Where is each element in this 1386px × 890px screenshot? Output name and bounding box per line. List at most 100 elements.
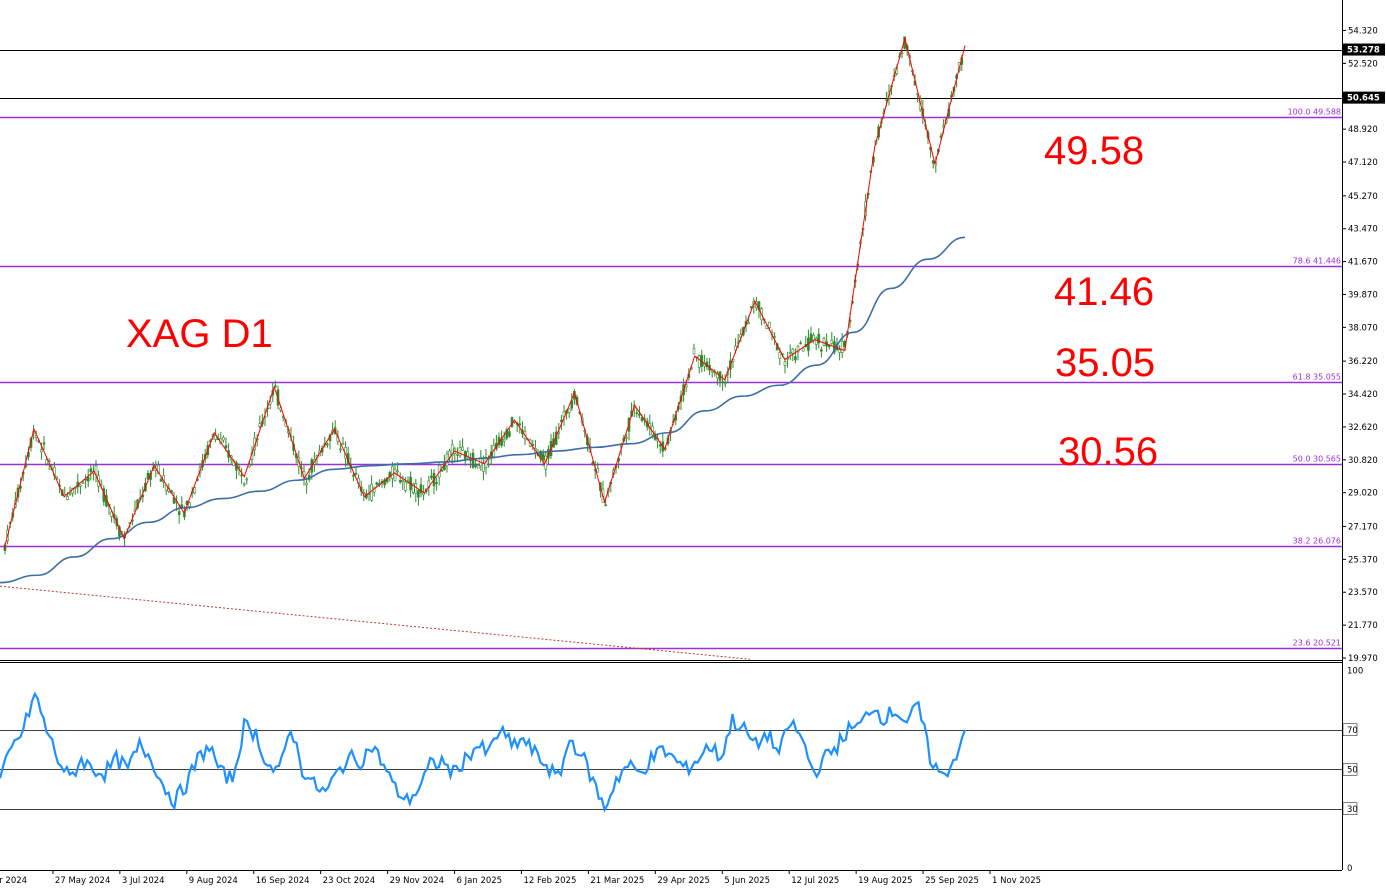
candle-body <box>822 337 826 346</box>
candle <box>222 435 225 443</box>
candle-body <box>788 352 792 354</box>
candle-body <box>375 482 379 485</box>
candle-body <box>396 470 399 473</box>
time-tick-label: 29 Apr 2025 <box>657 876 710 886</box>
time-tick-label: 19 Aug 2025 <box>858 876 912 886</box>
candle <box>461 438 464 452</box>
candle <box>370 475 373 502</box>
candle-body <box>466 451 470 457</box>
time-tick-label: Apr 2024 <box>0 876 27 886</box>
candle-body <box>474 465 477 468</box>
candle <box>817 328 821 349</box>
candle <box>822 336 826 347</box>
candle <box>788 344 792 361</box>
candle-body <box>401 480 405 483</box>
time-tick-label: 29 Nov 2024 <box>390 876 444 886</box>
candle-body <box>591 462 594 465</box>
price-tick-label: 54.320 <box>1348 27 1378 37</box>
candle-body <box>341 443 345 445</box>
candle <box>508 428 511 438</box>
candle <box>354 467 358 476</box>
candle <box>692 343 696 355</box>
candle-body <box>393 468 397 482</box>
candle <box>84 474 87 489</box>
candle-body <box>339 448 342 451</box>
price-chart[interactable]: 100.0 49.588 78.6 41.446 61.8 35.055 50.0 3… <box>0 0 1386 890</box>
candle <box>76 473 80 494</box>
candle-body <box>830 339 834 344</box>
candle-body <box>430 475 433 478</box>
candle <box>245 476 249 485</box>
candle-body <box>604 504 607 507</box>
candle-body <box>461 446 464 451</box>
price-tick-label: 36.220 <box>1348 357 1378 367</box>
price-tick-label: 47.120 <box>1348 158 1378 168</box>
time-tick-label: 3 Jul 2024 <box>122 876 165 886</box>
moving-average-line <box>0 236 966 584</box>
price-tick-label: 25.370 <box>1348 555 1378 565</box>
time-tick-label: 25 Sep 2025 <box>925 876 979 886</box>
horizontal-lines <box>0 50 1342 99</box>
time-tick-label: 9 Aug 2024 <box>189 876 238 886</box>
candle <box>812 332 815 344</box>
rsi-tick-label: 100 <box>1347 667 1363 677</box>
candle-body <box>635 412 639 414</box>
candle <box>258 415 262 429</box>
candle <box>453 446 457 461</box>
candle <box>398 472 402 485</box>
candle-body <box>692 348 696 355</box>
price-tick-label: 32.620 <box>1348 423 1378 433</box>
candle-body <box>482 463 485 472</box>
fib-label-3: 50.0 30.565 <box>1293 455 1341 464</box>
price-box-label: 50.645 <box>1347 94 1380 104</box>
candle-body <box>68 493 72 496</box>
candle <box>482 455 485 481</box>
candle-body <box>404 481 407 491</box>
candle <box>435 477 438 491</box>
fib-label-1: 78.6 41.446 <box>1293 257 1341 266</box>
candle <box>479 450 483 471</box>
candle <box>456 447 459 463</box>
candle <box>799 340 802 345</box>
candle-body <box>42 442 46 445</box>
candle-body <box>625 437 628 439</box>
candle <box>188 501 191 510</box>
price-tick-label: 38.070 <box>1348 323 1378 333</box>
price-tick-label: 34.420 <box>1348 390 1378 400</box>
annotation-30-56: 30.56 <box>1058 430 1159 474</box>
candle-body <box>502 438 506 442</box>
candle <box>505 427 509 440</box>
price-tick-label: 29.020 <box>1348 489 1378 499</box>
candle <box>492 438 496 458</box>
price-axis: 54.32052.52050.72048.92047.12045.27043.4… <box>1342 27 1385 664</box>
candle-body <box>354 473 358 475</box>
candle <box>796 344 800 361</box>
candle <box>786 351 789 368</box>
candle <box>458 440 462 459</box>
candle <box>448 448 451 463</box>
time-tick-label: 5 Jun 2025 <box>724 876 770 886</box>
candle <box>94 460 98 483</box>
time-tick-label: 23 Oct 2024 <box>323 876 376 886</box>
price-tick-label: 30.820 <box>1348 456 1378 466</box>
candle-body <box>885 98 888 101</box>
rsi-tick-label: 0 <box>1347 864 1352 874</box>
candle <box>432 469 436 495</box>
time-axis: Apr 2024 27 May 2024 3 Jul 2024 9 Aug 2024 1… <box>0 870 1041 886</box>
rsi-tick-label: 70 <box>1347 726 1358 736</box>
candle-body <box>414 483 418 494</box>
candle-body <box>45 459 48 465</box>
candle <box>648 414 652 437</box>
candle <box>274 380 277 388</box>
fib-label-4: 38.2 26.076 <box>1293 537 1341 546</box>
candle <box>697 354 701 374</box>
candle-body <box>697 355 701 368</box>
candle <box>414 479 418 503</box>
fib-label-2: 61.8 35.055 <box>1293 373 1341 382</box>
rsi-pane[interactable] <box>0 691 1342 813</box>
candle <box>419 477 423 498</box>
candle <box>89 464 93 481</box>
candle-body <box>783 361 787 366</box>
price-tick-label: 39.870 <box>1348 290 1378 300</box>
candle-body <box>723 382 727 385</box>
